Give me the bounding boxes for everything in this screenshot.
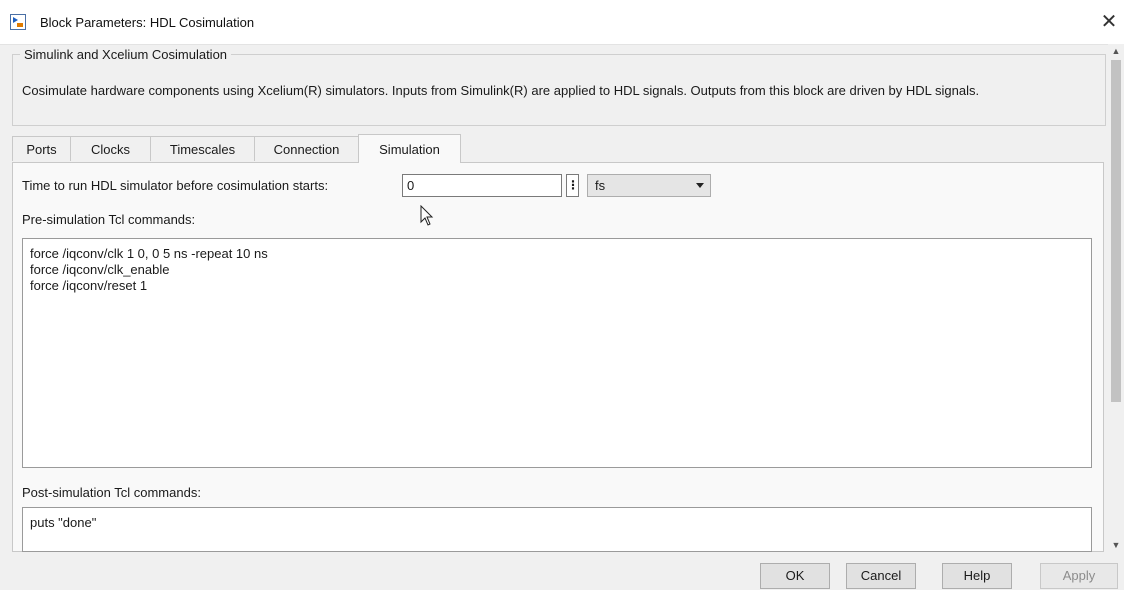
cancel-button[interactable]: Cancel bbox=[846, 563, 916, 589]
time-unit-select[interactable]: fs bbox=[587, 174, 711, 197]
group-description: Cosimulate hardware components using Xce… bbox=[22, 83, 980, 98]
more-options-icon[interactable]: ⋮ bbox=[566, 174, 579, 197]
help-button[interactable]: Help bbox=[942, 563, 1012, 589]
apply-button[interactable]: Apply bbox=[1040, 563, 1118, 589]
time-to-run-input[interactable]: 0 bbox=[402, 174, 562, 197]
mouse-pointer-icon bbox=[420, 204, 434, 230]
simulink-block-icon bbox=[10, 14, 26, 30]
tab-ports[interactable]: Ports bbox=[12, 136, 71, 161]
chevron-down-icon bbox=[696, 183, 704, 188]
pre-simulation-label: Pre-simulation Tcl commands: bbox=[22, 212, 196, 227]
group-title: Simulink and Xcelium Cosimulation bbox=[20, 47, 232, 62]
scroll-down-icon[interactable]: ▼ bbox=[1108, 538, 1124, 552]
tab-simulation[interactable]: Simulation bbox=[358, 134, 461, 163]
ok-button[interactable]: OK bbox=[760, 563, 830, 589]
time-unit-value: fs bbox=[595, 178, 606, 193]
post-simulation-label: Post-simulation Tcl commands: bbox=[22, 485, 201, 500]
close-icon[interactable]: ✕ bbox=[1098, 10, 1120, 34]
tab-connection[interactable]: Connection bbox=[254, 136, 359, 161]
time-to-run-label: Time to run HDL simulator before cosimul… bbox=[22, 178, 329, 193]
window-title: Block Parameters: HDL Cosimulation bbox=[40, 15, 255, 30]
scroll-up-icon[interactable]: ▲ bbox=[1108, 44, 1124, 58]
scrollbar-thumb[interactable] bbox=[1111, 60, 1121, 402]
post-simulation-commands[interactable]: puts "done" bbox=[22, 507, 1092, 552]
tab-clocks[interactable]: Clocks bbox=[70, 136, 151, 161]
tab-timescales[interactable]: Timescales bbox=[150, 136, 255, 161]
pre-simulation-commands[interactable]: force /iqconv/clk 1 0, 0 5 ns -repeat 10… bbox=[22, 238, 1092, 468]
